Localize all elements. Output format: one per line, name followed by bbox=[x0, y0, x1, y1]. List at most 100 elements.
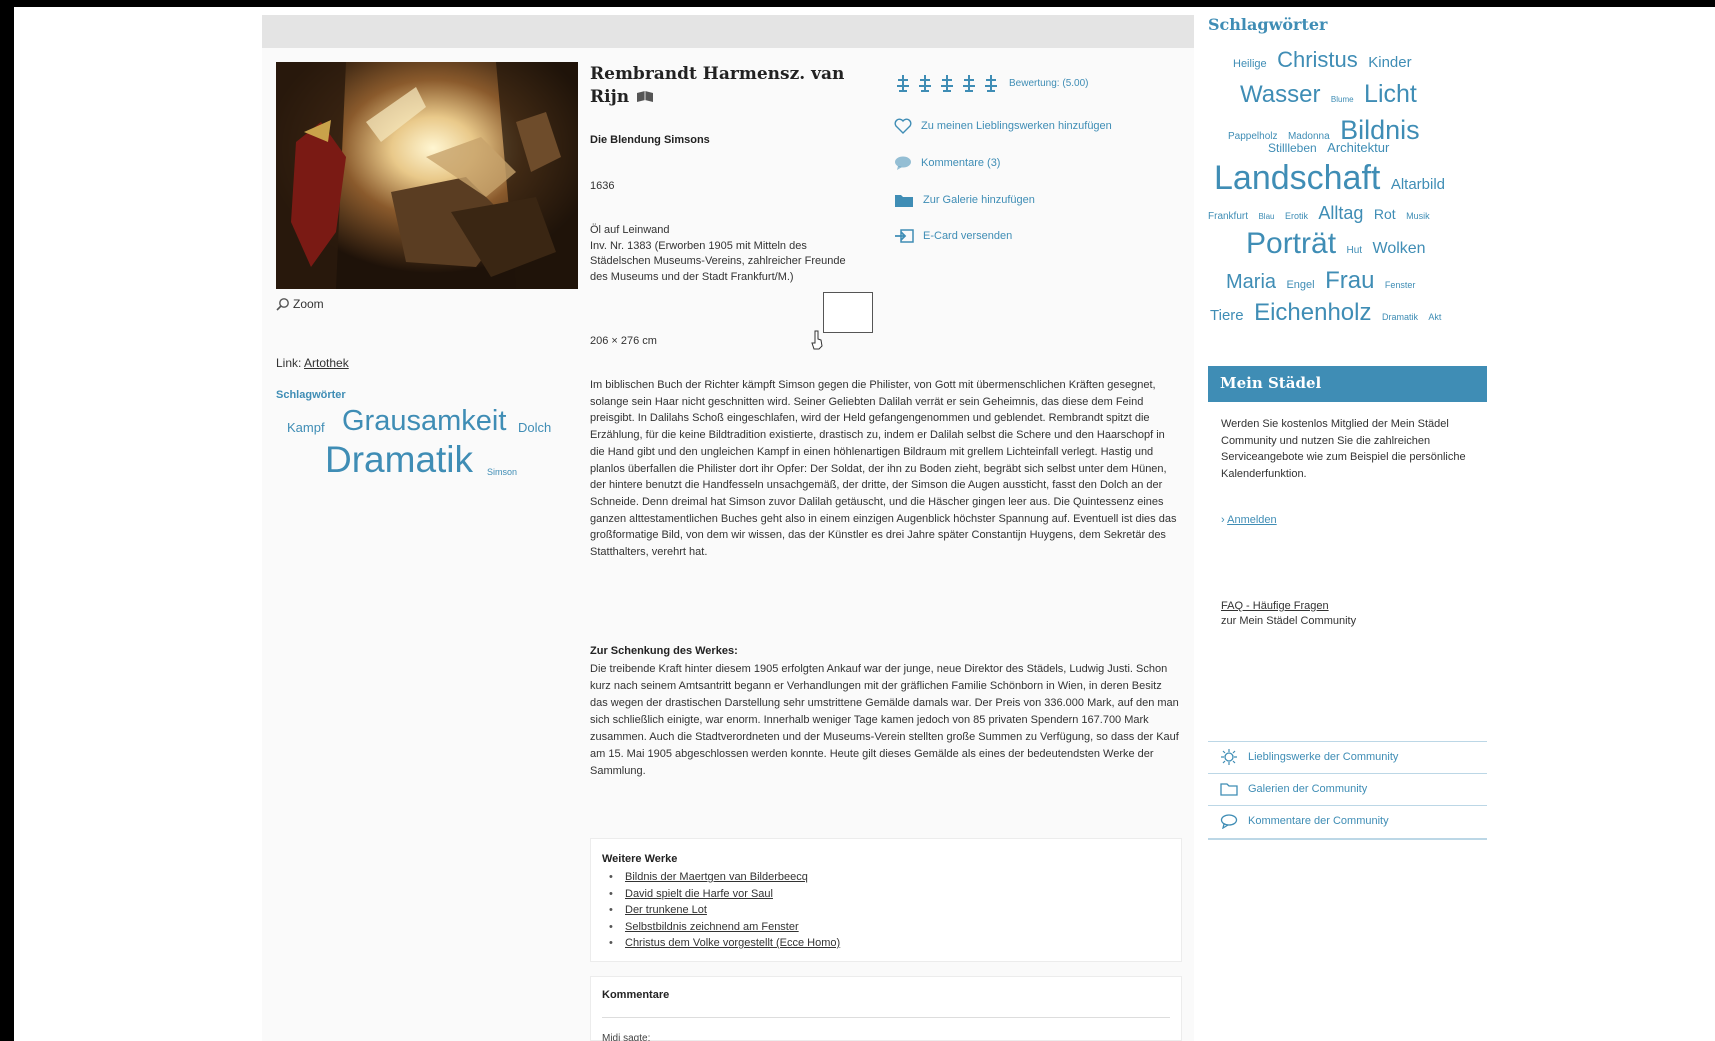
work-link[interactable]: Bildnis der Maertgen van Bilderbeecq bbox=[625, 871, 808, 883]
community-favorites-link[interactable]: Lieblingswerke der Community bbox=[1208, 741, 1487, 772]
work-link[interactable]: Der trunkene Lot bbox=[625, 904, 707, 916]
tag-simson[interactable]: Simson bbox=[487, 467, 517, 477]
tag-link[interactable]: Alltag bbox=[1318, 203, 1363, 224]
tag-link[interactable]: Dramatik bbox=[1382, 312, 1418, 322]
work-link[interactable]: Selbstbildnis zeichnend am Fenster bbox=[625, 921, 799, 933]
rating-label: Bewertung: (5.00) bbox=[1009, 77, 1089, 89]
artwork-medium: Öl auf Leinwand bbox=[590, 224, 670, 236]
tag-link[interactable]: Wasser bbox=[1240, 81, 1320, 109]
ecard-icon bbox=[895, 229, 914, 243]
artwork-dimensions: 206 × 276 cm bbox=[590, 335, 657, 347]
tag-link[interactable]: Wolken bbox=[1373, 240, 1426, 258]
tag-link[interactable]: Rot bbox=[1374, 206, 1396, 222]
more-works-item: Der trunkene Lot bbox=[609, 902, 840, 919]
favorite-label: Zu meinen Lieblingswerken hinzufügen bbox=[921, 120, 1112, 132]
tag-dolch[interactable]: Dolch bbox=[518, 420, 551, 435]
artwork-year: 1636 bbox=[590, 180, 615, 192]
gift-heading: Zur Schenkung des Werkes: bbox=[590, 645, 738, 657]
work-link[interactable]: Christus dem Volke vorgestellt (Ecce Hom… bbox=[625, 937, 840, 949]
comments-action[interactable]: Kommentare (3) bbox=[894, 155, 1000, 171]
favorite-action[interactable]: Zu meinen Lieblingswerken hinzufügen bbox=[894, 118, 1112, 134]
artist-name-text: Rembrandt Harmensz. van Rijn bbox=[590, 64, 845, 107]
tag-link[interactable]: Maria bbox=[1226, 271, 1276, 294]
screen-border-top bbox=[0, 0, 1715, 7]
faq-link[interactable]: FAQ - Häufige Fragen bbox=[1221, 600, 1329, 612]
rating-icon bbox=[919, 75, 931, 92]
tag-link[interactable]: Altarbild bbox=[1391, 176, 1445, 193]
screen-border-left bbox=[0, 0, 14, 1041]
comments-label: Kommentare (3) bbox=[921, 157, 1001, 169]
tag-link[interactable]: Licht bbox=[1364, 80, 1417, 109]
main-header-bar bbox=[262, 15, 1194, 48]
more-works-box: Weitere Werke Bildnis der Maertgen van B… bbox=[590, 838, 1182, 962]
login-row: › Anmelden bbox=[1221, 514, 1277, 526]
rating-stars[interactable] bbox=[894, 74, 1000, 92]
faq-block: FAQ - Häufige Fragen zur Mein Städel Com… bbox=[1221, 599, 1356, 629]
tag-link[interactable]: Erotik bbox=[1285, 211, 1308, 221]
tag-grausamkeit[interactable]: Grausamkeit bbox=[342, 405, 506, 438]
tag-link[interactable]: Frau bbox=[1325, 267, 1374, 295]
community-divider bbox=[1208, 838, 1487, 840]
community-comments-label: Kommentare der Community bbox=[1248, 815, 1389, 827]
tag-link[interactable]: Fenster bbox=[1385, 280, 1416, 290]
artothek-link[interactable]: Artothek bbox=[304, 356, 349, 370]
tag-link[interactable]: Musik bbox=[1406, 211, 1430, 221]
rating-icon bbox=[985, 75, 997, 92]
tag-link[interactable]: Blume bbox=[1331, 95, 1354, 104]
mein-staedel-title: Mein Städel bbox=[1208, 366, 1487, 402]
rating-row[interactable]: Bewertung: (5.00) bbox=[894, 74, 1089, 92]
tag-link[interactable]: Christus bbox=[1277, 47, 1358, 73]
tag-link[interactable]: Frankfurt bbox=[1208, 211, 1248, 222]
more-works-item: Selbstbildnis zeichnend am Fenster bbox=[609, 919, 840, 936]
comments-title: Kommentare bbox=[602, 989, 670, 1001]
mein-staedel-text: Werden Sie kostenlos Mitglied der Mein S… bbox=[1221, 418, 1466, 480]
more-works-item: David spielt die Harfe vor Saul bbox=[609, 886, 840, 903]
ecard-action[interactable]: E-Card versenden bbox=[894, 228, 1012, 244]
magnifier-icon bbox=[276, 298, 289, 311]
gallery-label: Zur Galerie hinzufügen bbox=[923, 194, 1035, 206]
artwork-inventory: Inv. Nr. 1383 (Erworben 1905 mit Mitteln… bbox=[590, 239, 846, 283]
tag-link[interactable]: Engel bbox=[1286, 279, 1314, 291]
gallery-action[interactable]: Zur Galerie hinzufügen bbox=[894, 192, 1035, 208]
tag-dramatik[interactable]: Dramatik bbox=[325, 439, 473, 481]
mein-staedel-panel: Mein Städel Werden Sie kostenlos Mitglie… bbox=[1208, 366, 1487, 739]
tag-link[interactable]: Akt bbox=[1428, 312, 1441, 322]
ecard-label: E-Card versenden bbox=[923, 230, 1013, 242]
artist-name[interactable]: Rembrandt Harmensz. van Rijn bbox=[590, 63, 860, 109]
rating-icon bbox=[963, 75, 975, 92]
artwork-details: Öl auf Leinwand Inv. Nr. 1383 (Erworben … bbox=[590, 223, 865, 285]
tag-link[interactable]: Blau bbox=[1258, 212, 1274, 221]
tag-link[interactable]: Porträt bbox=[1246, 227, 1336, 261]
artwork-description: Im biblischen Buch der Richter kämpft Si… bbox=[590, 379, 1177, 559]
tag-link[interactable]: Landschaft bbox=[1214, 159, 1380, 198]
tag-link[interactable]: Eichenholz bbox=[1254, 299, 1371, 327]
zoom-label: Zoom bbox=[293, 297, 324, 311]
hand-cursor-icon bbox=[810, 330, 824, 355]
speech-bubble-icon bbox=[895, 156, 911, 170]
login-link[interactable]: Anmelden bbox=[1227, 514, 1277, 526]
tag-link[interactable]: Stillleben bbox=[1268, 141, 1317, 155]
browser-frame: Zoom Link: Artothek Schlagwörter Kampf G… bbox=[0, 0, 1715, 1041]
more-works-item: Christus dem Volke vorgestellt (Ecce Hom… bbox=[609, 935, 840, 952]
community-galleries-link[interactable]: Galerien der Community bbox=[1208, 773, 1487, 804]
community-galleries-label: Galerien der Community bbox=[1248, 783, 1368, 795]
more-works-item: Bildnis der Maertgen van Bilderbeecq bbox=[609, 869, 840, 886]
tag-link[interactable]: Architektur bbox=[1327, 140, 1389, 155]
work-link[interactable]: David spielt die Harfe vor Saul bbox=[625, 888, 773, 900]
tag-kampf[interactable]: Kampf bbox=[287, 420, 325, 435]
sun-icon bbox=[1221, 749, 1237, 765]
tag-link[interactable]: Hut bbox=[1346, 245, 1362, 256]
community-comments-link[interactable]: Kommentare der Community bbox=[1208, 805, 1487, 836]
tag-link[interactable]: Kinder bbox=[1368, 54, 1411, 71]
popup-box bbox=[823, 292, 873, 333]
artwork-image[interactable] bbox=[276, 62, 578, 289]
speech-bubble-outline-icon bbox=[1220, 814, 1238, 829]
tag-link[interactable]: Heilige bbox=[1233, 58, 1267, 70]
comments-box: Kommentare Midi sagte: bbox=[590, 976, 1182, 1041]
tag-link[interactable]: Tiere bbox=[1210, 307, 1244, 324]
more-works-list: Bildnis der Maertgen van Bilderbeecq Dav… bbox=[609, 869, 840, 952]
zoom-button[interactable]: Zoom bbox=[276, 297, 324, 311]
gift-text: Die treibende Kraft hinter diesem 1905 e… bbox=[590, 663, 1179, 777]
comment-author: Midi sagte: bbox=[602, 1033, 651, 1041]
painting-thumbnail bbox=[276, 62, 578, 289]
